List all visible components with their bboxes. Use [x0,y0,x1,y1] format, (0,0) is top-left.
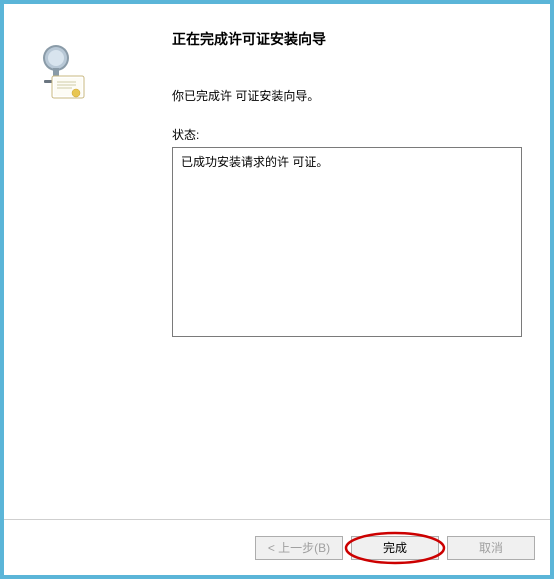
button-bar: < 上一步(B) 完成 取消 [4,519,550,575]
left-pane [4,4,162,519]
cancel-button: 取消 [447,536,535,560]
wizard-title: 正在完成许可证安装向导 [172,29,522,49]
back-button: < 上一步(B) [255,536,343,560]
status-message: 已成功安装请求的许 可证。 [181,155,328,169]
status-label: 状态: [172,126,522,143]
finish-button[interactable]: 完成 [351,536,439,560]
status-box: 已成功安装请求的许 可证。 [172,147,522,337]
license-wizard-icon [34,44,89,104]
wizard-description: 你已完成许 可证安装向导。 [172,87,522,104]
content-area: 正在完成许可证安装向导 你已完成许 可证安装向导。 状态: 已成功安装请求的许 … [4,4,550,519]
right-pane: 正在完成许可证安装向导 你已完成许 可证安装向导。 状态: 已成功安装请求的许 … [162,4,550,519]
wizard-window: 正在完成许可证安装向导 你已完成许 可证安装向导。 状态: 已成功安装请求的许 … [4,4,550,575]
